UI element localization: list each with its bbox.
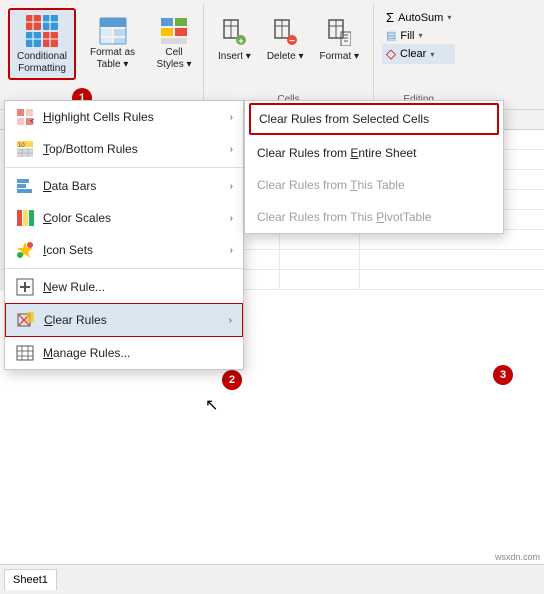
- manage-rules-icon: [15, 343, 35, 363]
- icon-sets-item[interactable]: Icon Sets ›: [5, 234, 243, 266]
- new-rule-icon: [15, 277, 35, 297]
- insert-button[interactable]: + Insert ▾: [212, 16, 257, 65]
- clear-pivot-table-item: Clear Rules from This PivotTable: [245, 201, 503, 233]
- format-as-table-label: Format asTable ▾: [90, 47, 135, 71]
- highlight-cells-arrow: ›: [230, 112, 233, 123]
- clear-rules-submenu: Clear Rules from Selected Cells Clear Ru…: [244, 100, 504, 234]
- conditional-formatting-icon: [22, 13, 62, 49]
- top-bottom-label: Top/Bottom Rules: [43, 142, 222, 156]
- top-bottom-icon: 10: [15, 139, 35, 159]
- clear-selected-cells-item[interactable]: Clear Rules from Selected Cells: [249, 103, 499, 135]
- top-bottom-rules-item[interactable]: 10 Top/Bottom Rules ›: [5, 133, 243, 165]
- color-scales-label: Color Scales: [43, 211, 222, 225]
- menu-sep-2: [5, 268, 243, 269]
- color-scales-item[interactable]: Color Scales ›: [5, 202, 243, 234]
- data-bars-icon: [15, 176, 35, 196]
- editing-group: Σ AutoSum ▾ ▤ Fill ▾ ◇ Clear ▾ Editing: [374, 4, 463, 109]
- delete-icon: −: [273, 18, 297, 49]
- conditional-formatting-label: Conditional Formatting: [17, 51, 67, 75]
- clear-this-table-label: Clear Rules from This Table: [257, 178, 405, 192]
- new-rule-label: New Rule...: [43, 280, 233, 294]
- autosum-caret: ▾: [447, 13, 451, 22]
- clear-rules-arrow: ›: [229, 315, 232, 326]
- format-as-table-icon: [99, 17, 127, 45]
- cell-styles-label: CellStyles ▾: [157, 47, 192, 71]
- clear-caret: ▾: [430, 50, 434, 59]
- clear-icon: ◇: [386, 46, 396, 62]
- color-scales-icon: [15, 208, 35, 228]
- icon-sets-icon: [15, 240, 35, 260]
- icon-sets-label: Icon Sets: [43, 243, 222, 257]
- format-button[interactable]: Format ▾: [314, 16, 365, 65]
- data-bars-arrow: ›: [230, 181, 233, 192]
- icon-sets-arrow: ›: [230, 245, 233, 256]
- manage-rules-item[interactable]: Manage Rules...: [5, 337, 243, 369]
- top-bottom-arrow: ›: [230, 144, 233, 155]
- data-bars-label: Data Bars: [43, 179, 222, 193]
- sheet-tab-bar: Sheet1: [0, 564, 544, 594]
- highlight-cells-label: Highlight Cells Rules: [43, 110, 222, 124]
- data-bars-item[interactable]: Data Bars ›: [5, 170, 243, 202]
- clear-button[interactable]: ◇ Clear ▾: [382, 44, 455, 64]
- highlight-cells-rules-item[interactable]: < Highlight Cells Rules ›: [5, 101, 243, 133]
- svg-text:10: 10: [18, 143, 25, 149]
- svg-text:<: <: [30, 116, 34, 126]
- clear-selected-cells-label: Clear Rules from Selected Cells: [259, 112, 429, 126]
- clear-rules-item[interactable]: Clear Rules ›: [5, 303, 243, 337]
- fill-label: Fill: [400, 30, 414, 42]
- clear-this-table-item: Clear Rules from This Table: [245, 169, 503, 201]
- format-icon: [327, 18, 351, 49]
- color-scales-arrow: ›: [230, 213, 233, 224]
- insert-label: Insert ▾: [218, 51, 251, 63]
- cell-styles-icon: [160, 17, 188, 45]
- menu-sep-1: [5, 167, 243, 168]
- conditional-formatting-menu: < Highlight Cells Rules › 10 Top/Bottom …: [4, 100, 244, 370]
- clear-entire-sheet-item[interactable]: Clear Rules from Entire Sheet: [245, 137, 503, 169]
- fill-icon: ▤: [386, 29, 396, 42]
- autosum-icon: Σ: [386, 10, 394, 25]
- manage-rules-label: Manage Rules...: [43, 346, 233, 360]
- delete-label: Delete ▾: [267, 51, 304, 63]
- highlight-cells-icon: <: [15, 107, 35, 127]
- cell-styles-button[interactable]: CellStyles ▾: [149, 8, 199, 80]
- autosum-button[interactable]: Σ AutoSum ▾: [382, 8, 455, 27]
- conditional-formatting-button[interactable]: Conditional Formatting: [8, 8, 76, 80]
- clear-rules-label: Clear Rules: [44, 313, 221, 327]
- new-rule-item[interactable]: New Rule...: [5, 271, 243, 303]
- clear-pivot-table-label: Clear Rules from This PivotTable: [257, 210, 432, 224]
- delete-button[interactable]: − Delete ▾: [261, 16, 310, 65]
- fill-caret: ▾: [418, 31, 422, 40]
- clear-label: Clear: [400, 48, 426, 60]
- format-as-table-button[interactable]: Format asTable ▾: [84, 8, 141, 80]
- autosum-label: AutoSum: [398, 12, 443, 24]
- insert-icon: +: [222, 18, 246, 49]
- svg-text:+: +: [239, 36, 244, 46]
- clear-rules-icon: [16, 310, 36, 330]
- badge-2: 2: [222, 370, 242, 390]
- watermark: wsxdn.com: [495, 552, 540, 562]
- sheet-tab[interactable]: Sheet1: [4, 569, 57, 590]
- format-label: Format ▾: [320, 51, 359, 63]
- clear-entire-sheet-label: Clear Rules from Entire Sheet: [257, 146, 416, 160]
- badge-3: 3: [493, 365, 513, 385]
- fill-button[interactable]: ▤ Fill ▾: [382, 27, 455, 44]
- svg-text:−: −: [289, 36, 295, 46]
